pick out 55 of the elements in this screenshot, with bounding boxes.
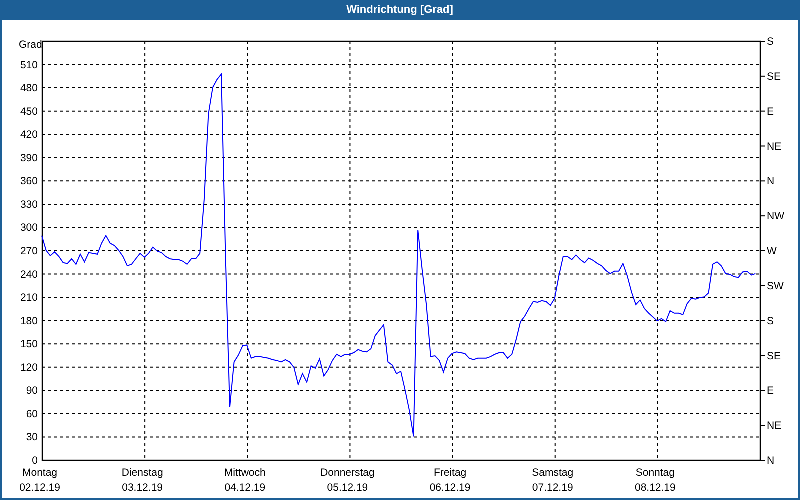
tick-mark [760, 285, 766, 286]
y-tick-label: 450 [20, 106, 38, 118]
y-tick-label: 300 [20, 222, 38, 234]
day-label: Montag [22, 467, 58, 479]
day-label: Dienstag [122, 467, 164, 479]
direction-label: S [767, 36, 774, 48]
tick-mark [760, 216, 766, 217]
direction-label: E [767, 106, 774, 118]
day-label: Donnerstag [320, 467, 375, 479]
y-tick-label: 150 [20, 338, 38, 351]
y-tick-label: 420 [20, 129, 38, 142]
tick-mark [760, 460, 766, 461]
tick-mark [760, 76, 766, 77]
direction-label: N [767, 455, 775, 467]
direction-label: S [767, 315, 774, 328]
direction-label: NE [767, 420, 782, 432]
date-label: 05.12.19 [327, 482, 368, 494]
y-tick-label: 240 [20, 268, 38, 281]
date-label: 04.12.19 [224, 482, 266, 494]
tick-mark [760, 146, 766, 147]
direction-label: NW [767, 210, 784, 223]
y-tick-label: 210 [20, 292, 38, 304]
tick-mark [760, 41, 766, 42]
y-tick-label: 270 [20, 246, 38, 258]
tick-mark [760, 425, 766, 426]
direction-label: SW [767, 280, 784, 292]
direction-label: SE [767, 350, 782, 362]
y-tick-label: 30 [26, 432, 38, 444]
date-label: 03.12.19 [122, 482, 163, 494]
date-label: 02.12.19 [20, 482, 60, 494]
day-label: Sonntag [636, 467, 675, 479]
y-tick-label: 510 [20, 59, 38, 72]
y-tick-label: 480 [20, 82, 38, 95]
y-tick-label: 60 [26, 408, 38, 420]
y-tick-label: 90 [26, 385, 38, 398]
date-label: 06.12.19 [430, 482, 471, 494]
tick-mark [760, 355, 766, 356]
date-label: 07.12.19 [532, 482, 574, 494]
y-tick-label: 390 [20, 152, 38, 164]
direction-label: N [767, 176, 775, 188]
y-tick-label: 360 [20, 176, 38, 188]
axis-title: Grad [19, 39, 42, 51]
y-tick-label: 120 [20, 362, 38, 374]
direction-label: W [767, 246, 777, 258]
date-label: 08.12.19 [635, 482, 676, 494]
day-label: Freitag [434, 467, 467, 479]
y-tick-label: 330 [20, 198, 38, 211]
day-label: Mittwoch [224, 467, 266, 479]
window-title: Windrichtung [Grad] [346, 4, 454, 16]
direction-label: E [767, 385, 774, 398]
day-label: Samstag [532, 467, 574, 479]
direction-label: SE [767, 70, 782, 83]
direction-label: NE [767, 140, 782, 153]
y-tick-label: 180 [20, 315, 38, 328]
y-tick-label: 0 [32, 455, 38, 467]
